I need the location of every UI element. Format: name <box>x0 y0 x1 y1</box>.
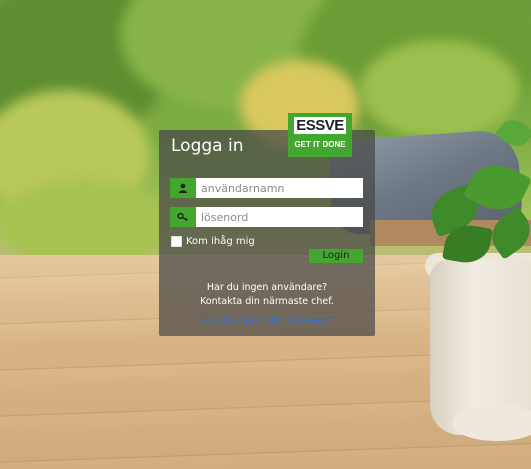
remember-me-label: Kom ihåg mig <box>186 236 255 247</box>
essve-logo: ESSVE GET IT DONE <box>288 113 352 157</box>
password-field[interactable] <box>170 207 363 227</box>
logo-wordmark: ESSVE <box>294 117 346 134</box>
username-field[interactable] <box>170 178 363 198</box>
no-user-info: Har du ingen användare? Kontakta din när… <box>159 281 375 309</box>
login-title: Logga in <box>171 136 244 156</box>
login-panel: Logga in Kom ihåg mig Login Har du ingen… <box>159 130 375 336</box>
login-button[interactable]: Login <box>309 249 363 263</box>
remember-me[interactable]: Kom ihåg mig <box>171 236 255 247</box>
username-input[interactable] <box>196 178 363 198</box>
logo-tagline: GET IT DONE <box>294 140 346 149</box>
user-icon <box>170 178 196 198</box>
password-input[interactable] <box>196 207 363 227</box>
no-user-line-2: Kontakta din närmaste chef. <box>200 296 334 307</box>
forgot-password-link[interactable]: Har du glömt ditt lösenord? <box>159 316 375 327</box>
remember-me-checkbox[interactable] <box>171 236 182 247</box>
key-icon <box>170 207 196 227</box>
no-user-line-1: Har du ingen användare? <box>206 282 328 293</box>
